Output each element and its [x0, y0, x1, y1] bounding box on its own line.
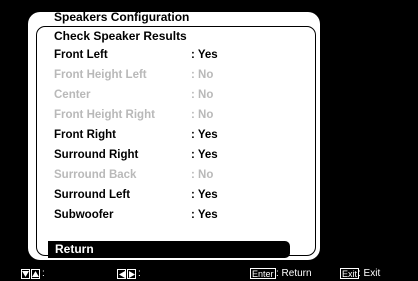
speaker-name: Front Right — [54, 129, 116, 141]
speaker-status: : Yes — [191, 189, 218, 201]
speaker-status: : No — [191, 89, 214, 101]
leftright-hint-colon: : — [138, 268, 141, 279]
speaker-status: : Yes — [191, 209, 218, 221]
speaker-status: : No — [191, 169, 214, 181]
speaker-status: : No — [191, 69, 214, 81]
speaker-name: Front Left — [54, 49, 108, 61]
speaker-row-surround-back: Surround Back : No — [54, 165, 304, 185]
speaker-name: Center — [54, 89, 91, 101]
speaker-list: Front Left : Yes Front Height Left : No … — [54, 45, 304, 225]
right-arrow-icon — [127, 269, 136, 279]
speaker-row-surround-left: Surround Left : Yes — [54, 185, 304, 205]
speaker-name: Front Height Right — [54, 109, 155, 121]
speaker-row-front-height-right: Front Height Right : No — [54, 105, 304, 125]
return-button-label: Return — [55, 242, 94, 256]
return-button[interactable]: Return — [48, 241, 290, 258]
speaker-status: : No — [191, 109, 214, 121]
exit-key-icon: Exit — [340, 268, 360, 279]
speaker-row-front-right: Front Right : Yes — [54, 125, 304, 145]
hint-bar: : : Enter : Return Exit : Exit — [0, 267, 418, 281]
speaker-row-front-height-left: Front Height Left : No — [54, 65, 304, 85]
speaker-name: Surround Left — [54, 189, 131, 201]
exit-hint-text: : Exit — [358, 268, 381, 279]
left-arrow-icon — [117, 269, 126, 279]
speaker-status: : Yes — [191, 129, 218, 141]
updown-hint-colon: : — [42, 268, 45, 279]
speaker-name: Surround Right — [54, 149, 139, 161]
speaker-row-front-left: Front Left : Yes — [54, 45, 304, 65]
speaker-row-subwoofer: Subwoofer : Yes — [54, 205, 304, 225]
page-title: Speakers Configuration — [54, 10, 190, 24]
speaker-name: Subwoofer — [54, 209, 114, 221]
down-arrow-icon — [21, 269, 30, 279]
speaker-row-surround-right: Surround Right : Yes — [54, 145, 304, 165]
speaker-name: Surround Back — [54, 169, 137, 181]
section-title: Check Speaker Results — [54, 29, 187, 43]
speaker-status: : Yes — [191, 49, 218, 61]
enter-hint-text: : Return — [276, 268, 312, 279]
speaker-status: : Yes — [191, 149, 218, 161]
enter-key-icon: Enter — [250, 268, 276, 279]
speaker-row-center: Center : No — [54, 85, 304, 105]
up-arrow-icon — [31, 269, 40, 279]
speaker-name: Front Height Left — [54, 69, 147, 81]
